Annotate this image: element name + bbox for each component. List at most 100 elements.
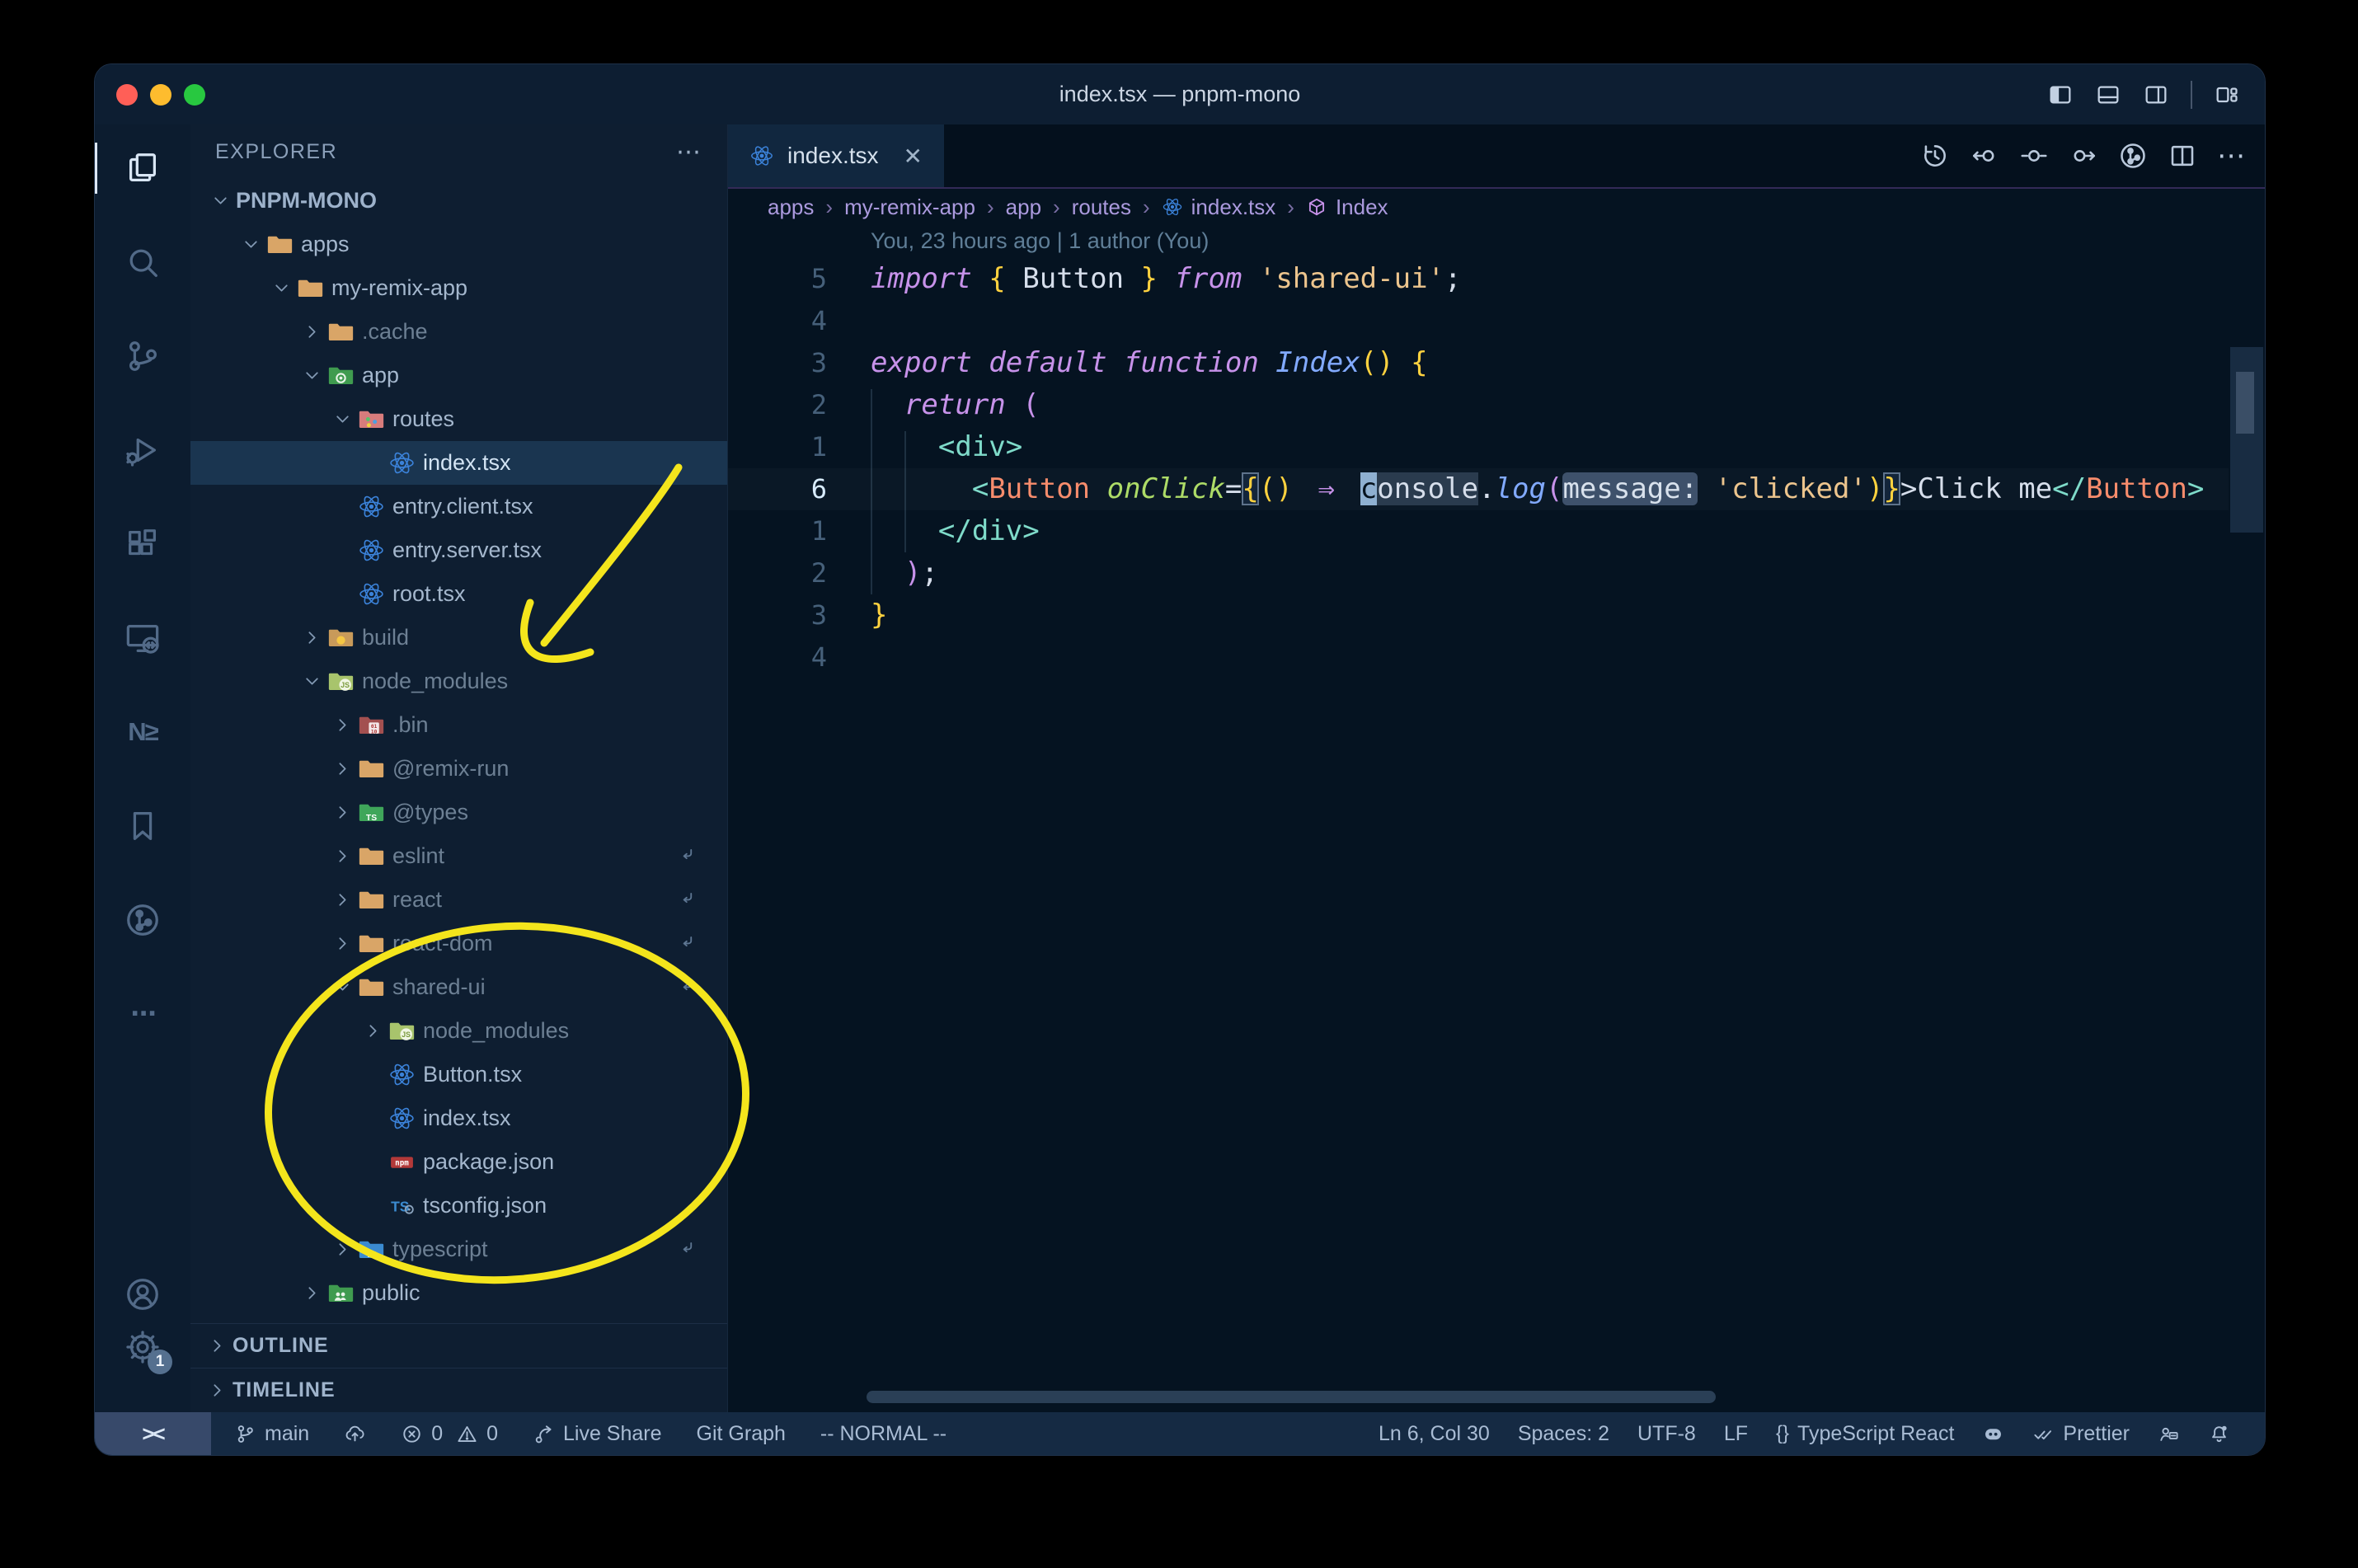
status-encoding[interactable]: UTF-8 [1637,1422,1696,1446]
status-vim-mode[interactable]: -- NORMAL -- [820,1422,946,1446]
tree-item-typescript[interactable]: TS typescript [190,1228,727,1271]
tree-item-index.tsx[interactable]: index.tsx [190,441,727,485]
chevron-right-icon[interactable] [297,622,327,653]
code-line[interactable]: 3} [728,594,2229,636]
code-line[interactable]: 2 return ( [728,384,2229,426]
tree-item-my-remix-app[interactable]: my-remix-app [190,266,727,310]
tree-item-routes[interactable]: routes [190,397,727,441]
activity-accounts[interactable] [95,1274,190,1315]
status-eol[interactable]: LF [1724,1422,1748,1446]
status-git-graph[interactable]: Git Graph [697,1422,786,1446]
status-live-share[interactable]: Live Share [533,1422,662,1446]
status-cursor-position[interactable]: Ln 6, Col 30 [1379,1422,1490,1446]
chevron-right-icon[interactable] [202,1375,233,1406]
git-graph-view-icon[interactable] [2118,141,2148,171]
tree-item-package.json[interactable]: npm package.json [190,1140,727,1184]
previous-change-icon[interactable] [1970,141,1999,171]
status-git-branch[interactable]: main [234,1422,309,1446]
tree-item-entry.server.tsx[interactable]: entry.server.tsx [190,528,727,572]
toggle-primary-sidebar-icon[interactable] [2047,82,2074,108]
horizontal-scrollbar[interactable] [867,1391,1716,1403]
minimize-window-button[interactable] [150,83,171,106]
chevron-down-icon[interactable] [327,404,358,434]
status-warnings[interactable]: 0 [456,1422,498,1446]
chevron-right-icon[interactable] [327,928,358,959]
breadcrumb-item-my-remix-app[interactable]: my-remix-app [844,195,975,220]
status-formatter-prettier[interactable]: Prettier [2032,1422,2130,1446]
tab-index-tsx[interactable]: index.tsx ✕ [728,124,944,187]
chevron-down-icon[interactable] [236,229,266,260]
zoom-window-button[interactable] [184,83,205,106]
tree-item-react[interactable]: react [190,878,727,922]
tree-item-@types[interactable]: TS @types [190,791,727,834]
tree-item-shared-ui[interactable]: shared-ui [190,965,727,1009]
code-line[interactable]: 5 import { Button } from 'shared-ui'; [728,258,2229,300]
activity-source-control[interactable] [95,336,190,377]
chevron-down-icon[interactable] [327,972,358,1002]
activity-settings[interactable]: 1 [95,1326,190,1374]
tree-item-.bin[interactable]: 01 10 .bin [190,703,727,747]
chevron-right-icon[interactable] [202,1331,233,1361]
status-copilot[interactable] [1982,1423,2004,1445]
minimap-slider[interactable] [2236,372,2254,434]
close-window-button[interactable] [116,83,138,106]
tree-item-@remix-run[interactable]: @remix-run [190,747,727,791]
code-line[interactable]: 3 export default function Index() { [728,342,2229,384]
customize-layout-icon[interactable] [2214,82,2240,108]
status-indentation[interactable]: Spaces: 2 [1518,1422,1609,1446]
tree-item-node-modules[interactable]: JS node_modules [190,660,727,703]
toggle-secondary-sidebar-icon[interactable] [2143,82,2169,108]
current-change-icon[interactable] [2019,141,2049,171]
split-editor-icon[interactable] [2168,141,2197,171]
tree-item-public[interactable]: public [190,1271,727,1315]
tree-item-app[interactable]: app [190,354,727,397]
chevron-right-icon[interactable] [327,885,358,915]
activity-run-debug[interactable] [95,430,190,471]
minimap[interactable] [2230,347,2263,533]
chevron-right-icon[interactable] [358,1016,388,1046]
status-feedback[interactable] [2158,1423,2180,1445]
section-outline[interactable]: OUTLINE [190,1323,727,1368]
activity-extensions[interactable] [95,523,190,565]
tree-item-root.tsx[interactable]: root.tsx [190,572,727,616]
tree-item-button.tsx[interactable]: Button.tsx [190,1053,727,1096]
status-remote-indicator[interactable]: >< [95,1412,211,1455]
close-tab-icon[interactable]: ✕ [904,143,923,170]
chevron-down-icon[interactable] [297,360,327,391]
tree-item-node-modules[interactable]: JS node_modules [190,1009,727,1053]
code-line[interactable]: 2 ); [728,552,2229,594]
activity-more[interactable]: ⋯ [95,993,190,1035]
activity-git-graph[interactable] [95,899,190,941]
status-errors[interactable]: 0 [401,1422,443,1446]
breadcrumb-item-routes[interactable]: routes [1072,195,1131,220]
next-change-icon[interactable] [2069,141,2098,171]
breadcrumb-item-apps[interactable]: apps [768,195,814,220]
activity-bookmarks[interactable] [95,805,190,847]
code-line-current[interactable]: 6 <Button onClick={() ⇒ console.log(mess… [728,468,2229,510]
code-line[interactable]: 4 [728,636,2229,678]
status-language-mode[interactable]: {} TypeScript React [1776,1422,1954,1446]
activity-search[interactable] [95,242,190,283]
breadcrumb-item-app[interactable]: app [1006,195,1041,220]
code-line[interactable]: 1 </div> [728,510,2229,552]
sidebar-more-icon[interactable]: ⋯ [676,138,702,167]
status-publish-changes[interactable] [344,1423,366,1445]
chevron-down-icon[interactable] [297,666,327,697]
chevron-down-icon[interactable] [205,185,236,216]
chevron-right-icon[interactable] [327,1234,358,1265]
more-actions-icon[interactable]: ⋯ [2217,139,2247,172]
activity-remote-explorer[interactable] [95,617,190,659]
status-notifications[interactable] [2208,1423,2230,1445]
code-line[interactable]: 4 [728,300,2229,342]
tree-item-entry.client.tsx[interactable]: entry.client.tsx [190,485,727,528]
chevron-right-icon[interactable] [297,1278,327,1308]
timeline-history-icon[interactable] [1920,141,1950,171]
code-line[interactable]: 1 <div> [728,426,2229,468]
activity-explorer[interactable] [95,143,190,194]
section-timeline[interactable]: TIMELINE [190,1368,727,1412]
tree-item-tsconfig.json[interactable]: TS tsconfig.json [190,1184,727,1228]
tree-item-build[interactable]: build [190,616,727,660]
tree-item-apps[interactable]: apps [190,223,727,266]
tree-item-.cache[interactable]: .cache [190,310,727,354]
chevron-right-icon[interactable] [327,841,358,871]
